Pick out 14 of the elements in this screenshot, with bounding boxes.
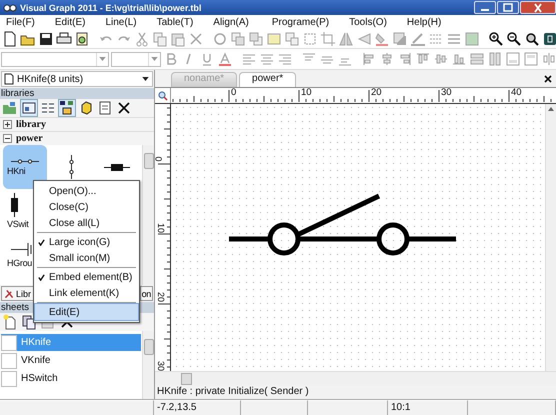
ruler-label: 20 [156,292,166,302]
ruler-label: 10 [156,223,166,233]
ruler-label: 10 [301,88,312,98]
ruler-label: 0 [155,156,164,162]
ruler-label: 30 [441,88,452,98]
panel-header: libraries [0,88,154,99]
hint-text: HKnife : private Initialize( Sender ) [156,385,310,399]
ruler-label: 20 [371,88,382,98]
ruler-label: 30 [156,361,166,371]
scale-text: 10:1 [388,400,468,415]
ruler-label: 0 [231,88,236,98]
ruler-label: 40 [511,88,522,98]
coordinates-text: -7.2,13.5 [154,400,241,415]
window-title: Visual Graph 2011 - E:\vg\trial\lib\power.tbl [20,2,202,12]
